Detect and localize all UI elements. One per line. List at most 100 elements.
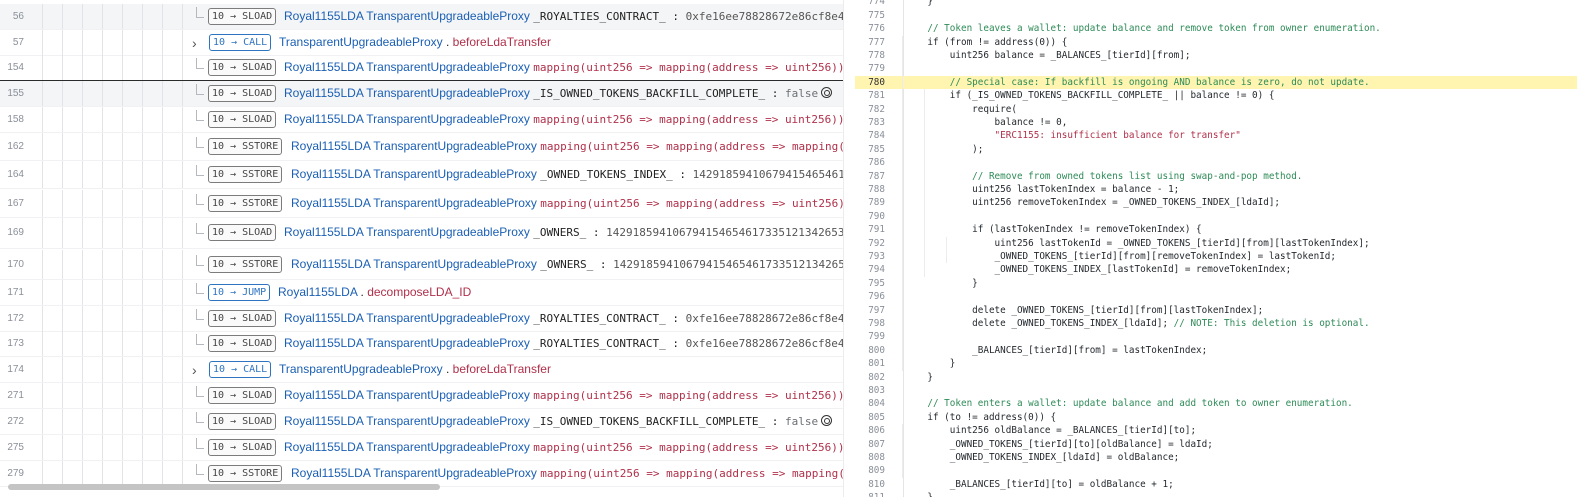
- row-number: 171: [7, 287, 24, 298]
- tree-elbow: [196, 412, 204, 423]
- line-code: );: [905, 143, 984, 155]
- opcode-badge[interactable]: 10 → SLOAD: [208, 335, 277, 352]
- line-code: // Token enters a wallet: update balance…: [905, 397, 1352, 410]
- opcode-badge[interactable]: 10 → SLOAD: [208, 224, 277, 241]
- opcode-badge[interactable]: 10 → SLOAD: [208, 111, 277, 128]
- function-name[interactable]: decomposeLDA_ID: [367, 285, 471, 299]
- contract-link[interactable]: Royal1155LDA TransparentUpgradeableProxy: [284, 414, 530, 428]
- source-line: 781 if (_IS_OWNED_TOKENS_BACKFILL_COMPLE…: [855, 89, 1577, 102]
- trace-row[interactable]: 271 10 → SLOAD Royal1155LDA TransparentUpg…: [0, 383, 843, 409]
- line-code: // Token leaves a wallet: update balance…: [905, 22, 1380, 35]
- contract-link[interactable]: Royal1155LDA: [278, 285, 357, 299]
- line-number: 781: [868, 90, 885, 102]
- trace-row[interactable]: 170 10 → SSTORE Royal1155LDA TransparentUp…: [0, 250, 843, 280]
- trace-row[interactable]: 169 10 → SLOAD Royal1155LDA TransparentUpg…: [0, 218, 843, 249]
- trace-row[interactable]: 158 10 → SLOAD Royal1155LDA TransparentUpg…: [0, 107, 843, 133]
- contract-link[interactable]: Royal1155LDA TransparentUpgradeableProxy: [284, 9, 530, 23]
- expand-chevron-icon[interactable]: ›: [192, 362, 197, 378]
- opcode-badge[interactable]: 10 → SSTORE: [208, 256, 283, 273]
- contract-link[interactable]: Royal1155LDA TransparentUpgradeableProxy: [284, 60, 530, 74]
- contract-link[interactable]: Royal1155LDA TransparentUpgradeableProxy: [284, 112, 530, 126]
- row-number: 279: [7, 468, 24, 479]
- function-name[interactable]: beforeLdaTransfer: [453, 362, 551, 376]
- horizontal-scrollbar[interactable]: [8, 484, 440, 490]
- trace-row[interactable]: 275 10 → SLOAD Royal1155LDA TransparentUpg…: [0, 435, 843, 461]
- fingerprint-icon[interactable]: [821, 87, 833, 99]
- contract-link[interactable]: TransparentUpgradeableProxy: [279, 362, 443, 376]
- trace-row[interactable]: 171 10 → JUMP Royal1155LDA . decomposeLDA_…: [0, 280, 843, 306]
- trace-row[interactable]: 167 10 → SSTORE Royal1155LDA TransparentUp…: [0, 190, 843, 218]
- trace-row[interactable]: 154 10 → SLOAD Royal1155LDA TransparentUpg…: [0, 55, 843, 81]
- opcode-badge[interactable]: 10 → SLOAD: [208, 387, 277, 404]
- contract-link[interactable]: Royal1155LDA TransparentUpgradeableProxy: [284, 336, 530, 350]
- indent-guide: [82, 306, 83, 331]
- opcode-badge[interactable]: 10 → SLOAD: [208, 310, 277, 327]
- indent-guide: [142, 55, 143, 80]
- trace-row[interactable]: 164 10 → SSTORE Royal1155LDA TransparentUp…: [0, 161, 843, 189]
- opcode-badge[interactable]: 10 → CALL: [209, 34, 272, 51]
- indent-guide: [182, 4, 183, 29]
- opcode-badge[interactable]: 10 → SSTORE: [208, 138, 283, 155]
- trace-row-content: Royal1155LDA TransparentUpgradeableProxy…: [284, 85, 833, 102]
- expand-chevron-icon[interactable]: ›: [192, 35, 197, 51]
- opcode-badge[interactable]: 10 → JUMP: [208, 284, 271, 301]
- indent-guide: [42, 280, 43, 305]
- opcode-badge[interactable]: 10 → SLOAD: [208, 59, 277, 76]
- trace-row[interactable]: 57 › 10 → CALL TransparentUpgradeableProxy …: [0, 30, 843, 56]
- opcode-badge[interactable]: 10 → SSTORE: [208, 465, 283, 482]
- indent-guide: [162, 435, 163, 460]
- contract-link[interactable]: Royal1155LDA TransparentUpgradeableProxy: [284, 440, 530, 454]
- opcode-badge[interactable]: 10 → SSTORE: [208, 166, 283, 183]
- trace-row[interactable]: 162 10 → SSTORE Royal1155LDA TransparentUp…: [0, 133, 843, 161]
- trace-row[interactable]: 173 10 → SLOAD Royal1155LDA TransparentUpg…: [0, 331, 843, 357]
- indent-guide: [122, 331, 123, 356]
- indent-guide: [142, 383, 143, 408]
- source-line: 801 }: [855, 357, 1577, 370]
- line-number: 792: [868, 237, 885, 249]
- opcode-badge[interactable]: 10 → SSTORE: [208, 195, 283, 212]
- contract-link[interactable]: Royal1155LDA TransparentUpgradeableProxy: [284, 311, 530, 325]
- trace-row[interactable]: 172 10 → SLOAD Royal1155LDA TransparentUpg…: [0, 306, 843, 332]
- contract-link[interactable]: Royal1155LDA TransparentUpgradeableProxy: [291, 196, 537, 210]
- value-separator: :: [672, 168, 693, 181]
- source-line: 779: [855, 62, 1577, 75]
- source-line: 806 uint256 oldBalance = _BALANCES_[tier…: [855, 424, 1577, 437]
- source-line: 792 uint256 lastTokenId = _OWNED_TOKENS_…: [855, 237, 1577, 250]
- opcode-badge[interactable]: 10 → SLOAD: [208, 85, 277, 102]
- line-number: 783: [868, 117, 885, 128]
- contract-link[interactable]: TransparentUpgradeableProxy: [279, 35, 443, 49]
- trace-row[interactable]: 56 10 → SLOAD Royal1155LDA TransparentUpgr…: [0, 4, 843, 30]
- line-code: }: [905, 491, 933, 497]
- indent-guide: [162, 55, 163, 80]
- opcode-badge[interactable]: 10 → SLOAD: [208, 413, 277, 430]
- line-number: 776: [868, 23, 885, 35]
- contract-link[interactable]: Royal1155LDA TransparentUpgradeableProxy: [291, 257, 537, 271]
- contract-link[interactable]: Royal1155LDA TransparentUpgradeableProxy: [284, 225, 530, 239]
- opcode-badge[interactable]: 10 → CALL: [209, 361, 272, 378]
- line-number: 785: [868, 143, 885, 155]
- function-name[interactable]: beforeLdaTransfer: [453, 35, 551, 49]
- indent-guide: [182, 81, 183, 106]
- source-line: 778 uint256 balance = _BALANCES_[tierId]…: [855, 49, 1577, 62]
- contract-link[interactable]: Royal1155LDA TransparentUpgradeableProxy: [284, 86, 530, 100]
- fingerprint-icon[interactable]: [821, 415, 833, 427]
- indent-guide: [82, 280, 83, 305]
- contract-link[interactable]: Royal1155LDA TransparentUpgradeableProxy: [284, 388, 530, 402]
- line-number: 796: [868, 291, 885, 303]
- opcode-badge[interactable]: 10 → SLOAD: [208, 8, 277, 25]
- row-number: 272: [7, 416, 24, 427]
- source-line: 811 }: [855, 491, 1577, 497]
- opcode-badge[interactable]: 10 → SLOAD: [208, 439, 277, 456]
- variable-name: _OWNERS_: [540, 258, 594, 271]
- contract-link[interactable]: Royal1155LDA TransparentUpgradeableProxy: [291, 167, 537, 181]
- line-code: uint256 lastTokenId = _OWNED_TOKENS_[tie…: [905, 237, 1370, 249]
- trace-row[interactable]: 174 › 10 → CALL TransparentUpgradeableProxy…: [0, 357, 843, 383]
- indent-guide: [182, 190, 183, 217]
- contract-link[interactable]: Royal1155LDA TransparentUpgradeableProxy: [291, 139, 537, 153]
- variable-name: _IS_OWNED_TOKENS_BACKFILL_COMPLETE_: [533, 87, 766, 100]
- trace-row[interactable]: 155 10 → SLOAD Royal1155LDA TransparentUpg…: [0, 81, 843, 107]
- indent-guide: [182, 409, 183, 434]
- contract-link[interactable]: Royal1155LDA TransparentUpgradeableProxy: [291, 466, 537, 480]
- trace-row[interactable]: 272 10 → SLOAD Royal1155LDA TransparentUpg…: [0, 409, 843, 435]
- line-number: 805: [868, 411, 885, 423]
